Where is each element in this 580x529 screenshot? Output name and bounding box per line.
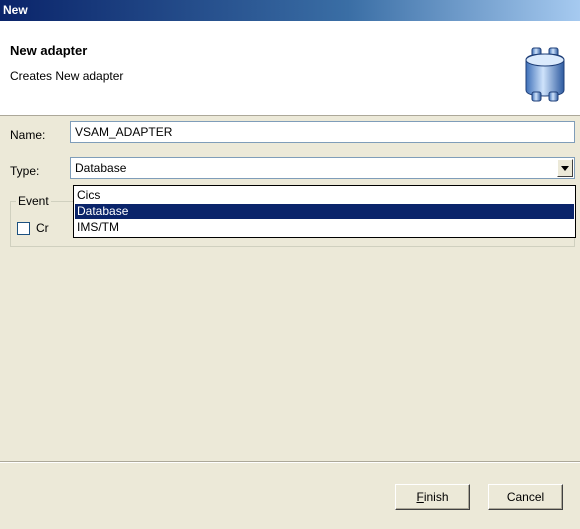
window-title: New (3, 3, 28, 17)
type-dropdown-list: Cics Database IMS/TM (73, 185, 576, 238)
name-input[interactable] (70, 121, 575, 143)
cancel-button[interactable]: Cancel (488, 484, 563, 510)
chevron-down-icon[interactable] (557, 159, 573, 177)
type-label: Type: (10, 164, 40, 178)
type-option-ims-tm[interactable]: IMS/TM (75, 220, 574, 235)
window-titlebar[interactable]: New (0, 0, 580, 21)
finish-button[interactable]: Finish (395, 484, 470, 510)
create-event-checkbox-label: Cr (36, 221, 49, 235)
wizard-header: New adapter Creates New adapter (0, 21, 580, 116)
event-group-legend: Event (16, 194, 51, 208)
type-option-cics[interactable]: Cics (75, 188, 574, 203)
type-select[interactable]: Database (70, 157, 575, 179)
page-description: Creates New adapter (10, 69, 124, 83)
page-title: New adapter (10, 43, 88, 58)
name-label: Name: (10, 128, 46, 142)
database-cylinder-icon (525, 47, 565, 102)
type-option-database[interactable]: Database (75, 204, 574, 219)
type-select-value: Database (75, 161, 127, 175)
new-adapter-dialog: New New adapter Creates New adapter Name… (0, 0, 580, 529)
create-event-checkbox[interactable] (17, 222, 30, 235)
